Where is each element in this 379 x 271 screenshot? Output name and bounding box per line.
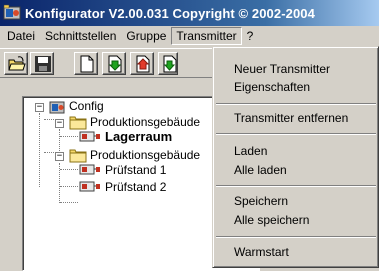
menu-item-speichern[interactable]: Speichern: [216, 192, 376, 210]
transmitter-icon: [79, 164, 100, 175]
folder-icon: [69, 149, 87, 163]
app-window: Konfigurator V2.00.031 Copyright © 2002-…: [0, 0, 379, 271]
config-root-icon: [49, 101, 65, 114]
title-bar[interactable]: Konfigurator V2.00.031 Copyright © 2002-…: [0, 0, 379, 26]
load-button[interactable]: [102, 52, 126, 75]
menu-separator: [216, 133, 376, 135]
tree-node-pruefstand-1[interactable]: Prüfstand 1: [105, 162, 166, 178]
collapse-toggle[interactable]: −: [55, 119, 64, 128]
menu-item-laden[interactable]: Laden: [216, 142, 376, 160]
tree-connector: [39, 113, 40, 187]
menu-help[interactable]: ?: [242, 27, 259, 45]
green-arrow-icon: [163, 55, 177, 73]
window-title: Konfigurator V2.00.031 Copyright © 2002-…: [25, 5, 315, 21]
app-icon: [3, 4, 21, 22]
transmitter-icon: [79, 181, 100, 192]
menu-separator: [216, 103, 376, 105]
new-button[interactable]: [74, 52, 98, 75]
menu-transmitter[interactable]: Transmitter: [171, 27, 242, 45]
tree-connector: [59, 129, 60, 151]
transfer-button[interactable]: [158, 52, 178, 75]
transmitter-icon: [79, 131, 100, 142]
tree-connector: [60, 136, 78, 137]
menu-item-alle-laden[interactable]: Alle laden: [216, 161, 376, 179]
menu-item-neuer-transmitter[interactable]: Neuer Transmitter: [216, 60, 376, 78]
new-document-icon: [80, 55, 94, 73]
save-button[interactable]: [30, 52, 54, 75]
collapse-toggle[interactable]: −: [55, 152, 64, 161]
menu-datei[interactable]: Datei: [2, 27, 40, 45]
save-icon: [35, 56, 51, 72]
menu-separator: [216, 185, 376, 187]
menu-schnittstellen[interactable]: Schnittstellen: [40, 27, 121, 45]
upload-button[interactable]: [130, 52, 154, 75]
menu-item-warmstart[interactable]: Warmstart: [216, 243, 376, 261]
open-button[interactable]: [4, 52, 28, 75]
menu-item-transmitter-entfernen[interactable]: Transmitter entfernen: [216, 109, 376, 127]
tree-connector: [60, 202, 78, 203]
menu-item-eigenschaften[interactable]: Eigenschaften: [216, 78, 376, 96]
collapse-toggle[interactable]: −: [35, 103, 44, 112]
menu-bar: Datei Schnittstellen Gruppe Transmitter …: [0, 26, 379, 46]
red-arrow-up-icon: [136, 55, 150, 73]
tree-node-building-2[interactable]: Produktionsgebäude: [90, 147, 200, 163]
tree-node-building-1[interactable]: Produktionsgebäude: [90, 114, 200, 130]
green-arrow-down-icon: [108, 55, 122, 73]
tree-node-lagerraum[interactable]: Lagerraum: [105, 129, 172, 145]
transmitter-menu: Neuer Transmitter Eigenschaften Transmit…: [212, 46, 379, 268]
folder-icon: [69, 116, 87, 130]
tree-node-pruefstand-2[interactable]: Prüfstand 2: [105, 179, 166, 195]
tree-connector: [60, 186, 78, 187]
menu-item-alle-speichern[interactable]: Alle speichern: [216, 211, 376, 229]
tree-node-config[interactable]: Config: [69, 98, 104, 114]
open-folder-icon: [8, 56, 26, 71]
menu-gruppe[interactable]: Gruppe: [121, 27, 171, 45]
menu-separator: [216, 236, 376, 238]
tree-connector: [60, 169, 78, 170]
